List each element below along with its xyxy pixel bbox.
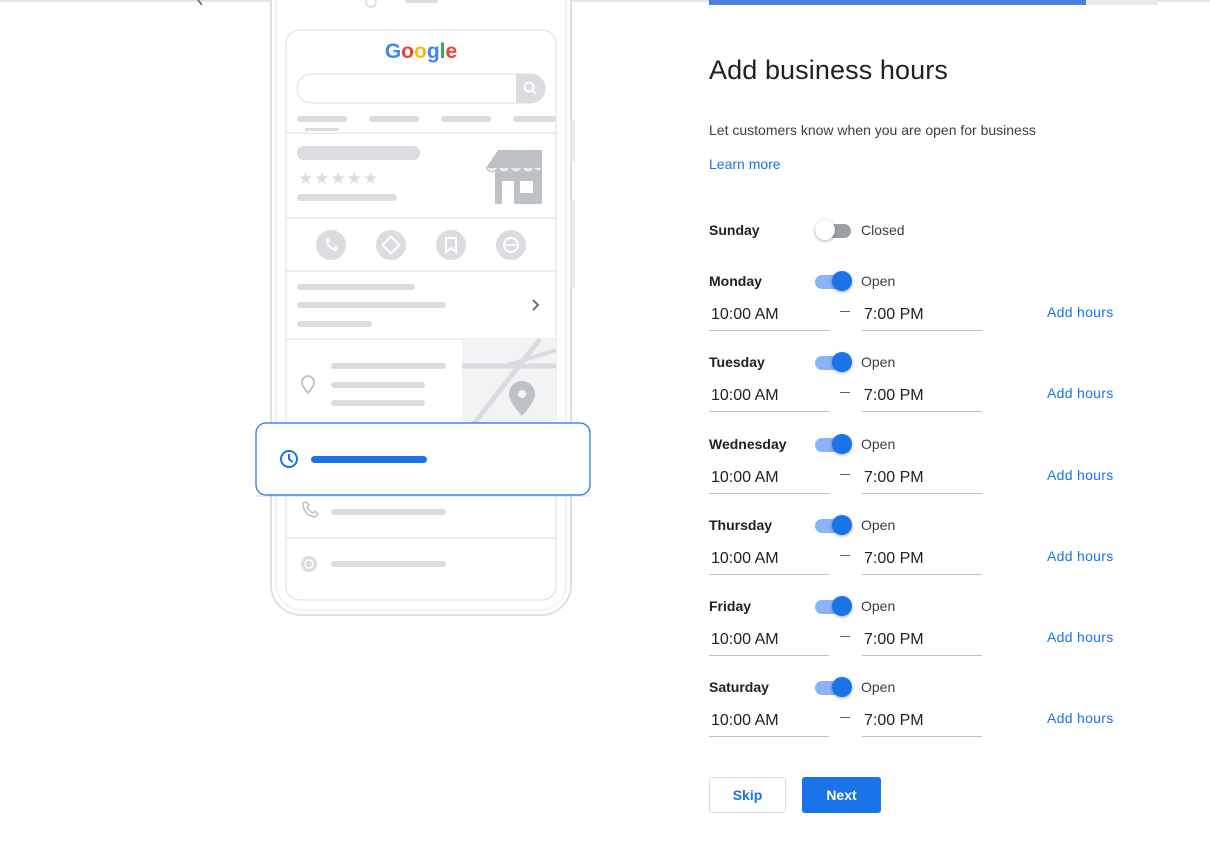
open-time-field[interactable]: 10:00 AM [709, 629, 829, 656]
illustration-search-bar [296, 73, 546, 104]
day-name: Wednesday [709, 436, 787, 452]
day-status: Open [861, 273, 896, 289]
toggle-knob [832, 515, 852, 535]
open-toggle-thursday[interactable] [815, 514, 853, 536]
page-subtitle: Let customers know when you are open for… [709, 122, 1036, 138]
close-time-field[interactable]: 7:00 PM [862, 548, 982, 575]
close-time-field[interactable]: 7:00 PM [862, 467, 982, 494]
hours-placeholder-bar [311, 456, 427, 463]
add-hours-button[interactable]: Add hours [1047, 710, 1114, 726]
open-toggle-monday[interactable] [815, 270, 853, 292]
time-range-dash [840, 636, 850, 637]
day-status: Open [861, 679, 896, 695]
close-time-field[interactable]: 7:00 PM [862, 385, 982, 412]
toggle-knob [815, 220, 835, 240]
close-time-field[interactable]: 7:00 PM [862, 710, 982, 737]
day-name: Saturday [709, 679, 769, 695]
day-name: Tuesday [709, 354, 765, 370]
brand-letter: o [401, 40, 414, 63]
add-hours-button[interactable]: Add hours [1047, 385, 1114, 401]
time-range-dash [840, 392, 850, 393]
phone-icon [316, 230, 346, 260]
add-hours-button[interactable]: Add hours [1047, 629, 1114, 645]
phone-illustration: Google ★★★★★ [255, 0, 591, 616]
open-toggle-wednesday[interactable] [815, 433, 853, 455]
day-name: Thursday [709, 517, 773, 533]
skip-button[interactable]: Skip [709, 777, 786, 813]
day-name: Monday [709, 273, 762, 289]
brand-letter: G [385, 40, 401, 63]
rating-stars: ★★★★★ [298, 169, 379, 189]
open-time-field[interactable]: 10:00 AM [709, 304, 829, 331]
close-time-field[interactable]: 7:00 PM [862, 304, 982, 331]
day-name: Friday [709, 598, 752, 614]
day-status: Closed [861, 222, 905, 238]
day-status: Open [861, 598, 896, 614]
open-time-field[interactable]: 10:00 AM [709, 710, 829, 737]
day-status: Open [861, 517, 896, 533]
open-toggle-friday[interactable] [815, 595, 853, 617]
add-hours-button[interactable]: Add hours [1047, 548, 1114, 564]
google-logo: Google [385, 40, 457, 63]
time-range-dash [840, 311, 850, 312]
open-toggle-saturday[interactable] [815, 676, 853, 698]
toggle-knob [832, 677, 852, 697]
close-time-field[interactable]: 7:00 PM [862, 629, 982, 656]
learn-more-link[interactable]: Learn more [709, 156, 781, 172]
progress-bar [709, 0, 1158, 5]
open-time-field[interactable]: 10:00 AM [709, 548, 829, 575]
open-toggle-sunday[interactable] [815, 219, 853, 241]
back-arrow-icon[interactable] [196, 0, 208, 6]
toggle-knob [832, 434, 852, 454]
page-title: Add business hours [709, 55, 948, 85]
next-button[interactable]: Next [802, 777, 881, 813]
progress-bar-fill [709, 0, 1087, 5]
time-range-dash [840, 717, 850, 718]
day-status: Open [861, 436, 896, 452]
add-hours-button[interactable]: Add hours [1047, 467, 1114, 483]
day-status: Open [861, 354, 896, 370]
web-icon [496, 230, 526, 260]
add-hours-button[interactable]: Add hours [1047, 304, 1114, 320]
open-toggle-tuesday[interactable] [815, 351, 853, 373]
open-time-field[interactable]: 10:00 AM [709, 385, 829, 412]
open-time-field[interactable]: 10:00 AM [709, 467, 829, 494]
globe-icon [301, 556, 317, 572]
directions-icon [376, 230, 406, 260]
toggle-knob [832, 352, 852, 372]
toggle-knob [832, 271, 852, 291]
brand-letter: g [427, 40, 440, 63]
bookmark-icon [436, 230, 466, 260]
time-range-dash [840, 555, 850, 556]
day-name: Sunday [709, 222, 760, 238]
time-range-dash [840, 474, 850, 475]
brand-letter: o [414, 40, 427, 63]
toggle-knob [832, 596, 852, 616]
brand-letter: e [445, 40, 457, 63]
